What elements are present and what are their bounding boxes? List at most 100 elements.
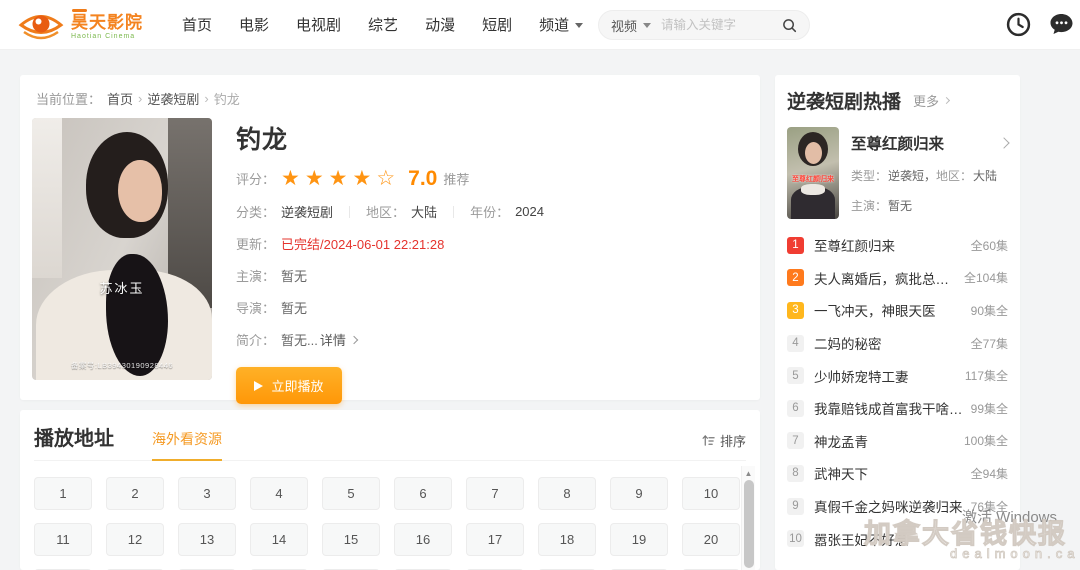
starring-row: 主演： 暂无	[236, 266, 748, 285]
episode-button[interactable]: 19	[610, 523, 668, 556]
ranking-item[interactable]: 3 一飞冲天，神眼天医 90集全	[787, 294, 1008, 327]
scroll-up-arrow-icon[interactable]: ▲	[745, 466, 753, 480]
category-label: 分类：	[236, 205, 276, 220]
nav-item-2[interactable]: 电影	[239, 14, 269, 35]
episode-button[interactable]: 17	[466, 523, 524, 556]
nav-item-5[interactable]: 动漫	[425, 14, 455, 35]
update-label: 更新：	[236, 237, 276, 252]
site-logo[interactable]: 昊天影院 Haotian Cinema	[0, 6, 158, 44]
episode-button[interactable]: 7	[466, 477, 524, 510]
year-label: 年份：	[470, 205, 510, 220]
nav-item-1[interactable]: 首页	[182, 14, 212, 35]
poster-image[interactable]: 苏冰玉 备案号:LB39430190928446	[32, 118, 212, 380]
chevron-down-icon	[643, 22, 652, 32]
chevron-right-icon	[942, 96, 951, 105]
nav-item-3[interactable]: 电视剧	[296, 14, 341, 35]
ranking-item[interactable]: 5 少帅娇宠特工妻 117集全	[787, 359, 1008, 392]
page: 昊天影院 Haotian Cinema 首页 电影 电视剧 综艺 动漫 短剧 频道 视频 当…	[0, 0, 1080, 570]
episode-button[interactable]: 16	[394, 523, 452, 556]
star-rating-icon: ★★★★ ☆	[281, 168, 400, 189]
messages-icon[interactable]	[1048, 12, 1075, 36]
episode-button[interactable]: 5	[322, 477, 380, 510]
nav-item-6[interactable]: 短剧	[482, 14, 512, 35]
rating-label: 评分：	[236, 172, 276, 187]
scrollbar-thumb[interactable]	[743, 480, 754, 568]
breadcrumb-item[interactable]: 首页	[105, 89, 135, 108]
episode-button[interactable]: 10	[682, 477, 740, 510]
rank-badge: 2	[787, 269, 804, 287]
play-icon	[254, 380, 264, 391]
meta-row: 分类： 逆袭短剧 地区： 大陆 年份： 2024	[236, 202, 748, 221]
breadcrumb-item[interactable]: 逆袭短剧	[145, 89, 201, 108]
episode-button[interactable]: 18	[538, 523, 596, 556]
thumb-art-collar	[801, 184, 825, 195]
nav-item-label: 频道	[539, 17, 570, 34]
tab-label: 海外看资源	[152, 431, 222, 447]
logo-text: 昊天影院 Haotian Cinema	[71, 9, 143, 40]
episode-button[interactable]: 6	[394, 477, 452, 510]
tab-overseas-source[interactable]: 海外看资源	[152, 429, 222, 461]
episode-button[interactable]: 12	[106, 523, 164, 556]
ranking-item[interactable]: 10 嚣张王妃不好惹	[787, 522, 1008, 555]
play-button[interactable]: 立即播放	[236, 367, 342, 404]
ranking-item[interactable]: 8 武神天下 全94集	[787, 457, 1008, 490]
breadcrumb-item: 钓龙	[213, 92, 240, 107]
search-box: 视频	[598, 10, 810, 40]
rank-badge: 10	[787, 530, 804, 548]
ranking-item-title: 少帅娇宠特工妻	[814, 369, 909, 385]
nav-item-4[interactable]: 综艺	[368, 14, 398, 35]
episode-button[interactable]: 3	[178, 477, 236, 510]
ranking-item-title: 嚣张王妃不好惹	[814, 532, 909, 548]
ranking-item[interactable]: 1 至尊红颜归来 全60集	[787, 229, 1008, 262]
episode-button[interactable]: 1	[34, 477, 92, 510]
search-icon[interactable]	[782, 18, 797, 33]
region-label: 地区：	[366, 205, 406, 220]
sidebar-more-link[interactable]: 更多	[913, 91, 951, 110]
episode-button[interactable]: 15	[322, 523, 380, 556]
episode-button[interactable]: 14	[250, 523, 308, 556]
detail-more-label: 详情	[319, 333, 346, 348]
episode-button[interactable]: 4	[250, 477, 308, 510]
chevron-right-icon	[998, 137, 1010, 149]
director-label: 导演：	[236, 301, 276, 316]
episode-button[interactable]: 20	[682, 523, 740, 556]
episode-button[interactable]: 9	[610, 477, 668, 510]
search-category-select[interactable]: 视频	[611, 16, 652, 35]
main-nav: 首页 电影 电视剧 综艺 动漫 短剧 频道	[182, 14, 584, 35]
director-row: 导演： 暂无	[236, 298, 748, 317]
ranking-item[interactable]: 9 真假千金之妈咪逆袭归来 76集全	[787, 490, 1008, 523]
intro-value: 暂无...	[281, 333, 318, 348]
category-link[interactable]: 逆袭短剧	[281, 202, 333, 221]
thumbnail-caption: 至尊红颜归来	[792, 176, 834, 183]
poster-art-window	[32, 118, 62, 278]
episode-button[interactable]: 2	[106, 477, 164, 510]
episode-button[interactable]: 13	[178, 523, 236, 556]
meta-divider	[349, 205, 351, 218]
top-header: 昊天影院 Haotian Cinema 首页 电影 电视剧 综艺 动漫 短剧 频道 视频	[0, 0, 1080, 50]
ranking-item[interactable]: 4 二妈的秘密 全77集	[787, 327, 1008, 360]
ranking-item[interactable]: 2 夫人离婚后，疯批总裁他慌了全104集	[787, 262, 1008, 295]
ranking-item[interactable]: 6 我靠赔钱成首富我干啥赔啥 99集全	[787, 392, 1008, 425]
sort-button[interactable]: 排序	[702, 431, 746, 460]
detail-body: 苏冰玉 备案号:LB39430190928446 钓龙 评分： ★★★★ ☆ 7.…	[32, 118, 748, 404]
featured-starring: 主演：暂无	[851, 197, 1008, 214]
video-title: 钓龙	[236, 126, 289, 154]
episode-button[interactable]: 8	[538, 477, 596, 510]
featured-item[interactable]: 至尊红颜归来 至尊红颜归来 类型：逆袭短，地区：大陆 主演：暂无	[787, 127, 1010, 219]
breadcrumb-separator: ›	[204, 91, 209, 106]
history-icon[interactable]	[1006, 12, 1031, 37]
starring-label: 主演：	[236, 269, 276, 284]
sort-icon	[702, 435, 715, 446]
breadcrumb: 当前位置： 首页 › 逆袭短剧 › 钓龙	[32, 85, 748, 108]
detail-more-link[interactable]: 详情	[319, 330, 359, 349]
play-address-header: 播放地址 海外看资源 排序	[34, 422, 746, 461]
search-input[interactable]	[661, 18, 782, 32]
poster-art-face	[118, 160, 162, 222]
detail-info: 钓龙 评分： ★★★★ ☆ 7.0 推荐 分类： 逆袭短剧 地区： 大陆 年份： …	[236, 118, 748, 404]
ranking-list: 1 至尊红颜归来 全60集 2 夫人离婚后，疯批总裁他慌了全104集 3 一飞冲天，神眼天医…	[787, 229, 1008, 555]
ranking-item[interactable]: 7 神龙孟青 100集全	[787, 425, 1008, 458]
nav-item-7[interactable]: 频道	[539, 14, 584, 35]
featured-title: 至尊红颜归来	[851, 136, 945, 153]
episode-button[interactable]: 11	[34, 523, 92, 556]
episode-scrollbar[interactable]: ▲	[741, 466, 755, 570]
